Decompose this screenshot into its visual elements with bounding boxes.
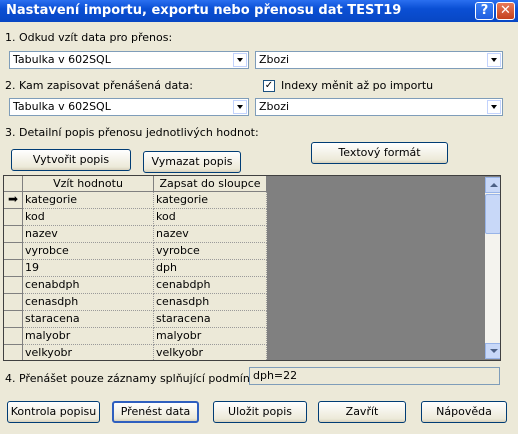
scroll-down-icon[interactable] bbox=[485, 343, 500, 359]
help-button[interactable]: Nápověda bbox=[421, 401, 507, 423]
chevron-down-icon[interactable] bbox=[487, 53, 501, 67]
row-indicator[interactable] bbox=[4, 311, 23, 328]
title-bar: Nastavení importu, exportu nebo přenosu … bbox=[0, 0, 518, 22]
transfer-data-button[interactable]: Přenést data bbox=[112, 401, 199, 423]
row-indicator[interactable] bbox=[4, 294, 23, 311]
grid-cell-target[interactable]: nazev bbox=[154, 226, 267, 243]
source-type-select[interactable]: Tabulka v 602SQL bbox=[9, 51, 249, 69]
grid-cell-source[interactable]: cenasdph bbox=[23, 294, 154, 311]
vertical-scrollbar[interactable] bbox=[485, 177, 500, 359]
grid-cell-target[interactable]: velkyobr bbox=[154, 345, 267, 360]
close-button[interactable]: Zavřít bbox=[318, 401, 406, 423]
index-checkbox[interactable]: ✓ bbox=[263, 80, 275, 92]
row-indicator[interactable] bbox=[4, 226, 23, 243]
grid-cell-target[interactable]: vyrobce bbox=[154, 243, 267, 260]
mapping-grid[interactable]: Vzít hodnotu Zapsat do sloupce ➡ kategori… bbox=[3, 175, 501, 361]
grid-cell-source[interactable]: malyobr bbox=[23, 328, 154, 345]
row-indicator[interactable] bbox=[4, 328, 23, 345]
help-icon[interactable]: ? bbox=[475, 2, 494, 20]
grid-cell-target[interactable]: kod bbox=[154, 209, 267, 226]
target-label: 2. Kam zapisovat přenášená data: bbox=[5, 79, 193, 92]
grid-cell-target[interactable]: kategorie bbox=[154, 192, 267, 209]
grid-cell-target[interactable]: cenabdph bbox=[154, 277, 267, 294]
chevron-down-icon[interactable] bbox=[487, 100, 501, 114]
grid-cell-target[interactable]: cenasdph bbox=[154, 294, 267, 311]
source-label: 1. Odkud vzít data pro přenos: bbox=[5, 31, 173, 44]
condition-input[interactable]: dph=22 bbox=[249, 367, 500, 385]
grid-cell-source[interactable]: kategorie bbox=[23, 192, 154, 209]
grid-cell-source[interactable]: cenabdph bbox=[23, 277, 154, 294]
source-name-select[interactable]: Zbozi bbox=[255, 51, 503, 69]
chevron-down-icon[interactable] bbox=[233, 53, 247, 67]
scroll-up-icon[interactable] bbox=[485, 177, 500, 193]
row-indicator[interactable] bbox=[4, 260, 23, 277]
column-header-source[interactable]: Vzít hodnotu bbox=[23, 176, 154, 192]
index-checkbox-label: Indexy měnit až po importu bbox=[281, 79, 434, 92]
target-name-select[interactable]: Zbozi bbox=[255, 98, 503, 116]
dialog-window: Nastavení importu, exportu nebo přenosu … bbox=[0, 0, 518, 434]
grid-cell-source[interactable]: vyrobce bbox=[23, 243, 154, 260]
grid-cell-source[interactable]: staracena bbox=[23, 311, 154, 328]
scroll-thumb[interactable] bbox=[485, 194, 500, 234]
close-icon[interactable]: ✕ bbox=[496, 2, 515, 20]
grid-cell-target[interactable]: staracena bbox=[154, 311, 267, 328]
target-name-value: Zbozi bbox=[259, 100, 290, 113]
row-indicator[interactable]: ➡ bbox=[4, 192, 23, 209]
row-indicator[interactable] bbox=[4, 209, 23, 226]
grid-corner bbox=[4, 176, 23, 192]
target-type-value: Tabulka v 602SQL bbox=[13, 100, 111, 113]
grid-cell-source[interactable]: velkyobr bbox=[23, 345, 154, 360]
grid-cell-source[interactable]: kod bbox=[23, 209, 154, 226]
check-description-button[interactable]: Kontrola popisu bbox=[7, 401, 100, 423]
grid-cell-source[interactable]: nazev bbox=[23, 226, 154, 243]
row-indicator[interactable] bbox=[4, 345, 23, 360]
row-indicator[interactable] bbox=[4, 277, 23, 294]
target-type-select[interactable]: Tabulka v 602SQL bbox=[9, 98, 249, 116]
grid-cell-target[interactable]: dph bbox=[154, 260, 267, 277]
source-type-value: Tabulka v 602SQL bbox=[13, 53, 111, 66]
chevron-down-icon[interactable] bbox=[233, 100, 247, 114]
clear-description-button[interactable]: Vymazat popis bbox=[143, 151, 241, 173]
create-description-button[interactable]: Vytvořit popis bbox=[11, 149, 131, 171]
text-format-button[interactable]: Textový formát bbox=[311, 142, 448, 164]
detail-label: 3. Detailní popis přenosu jednotlivých h… bbox=[5, 126, 259, 139]
condition-label: 4. Přenášet pouze záznamy splňující podm… bbox=[5, 372, 267, 385]
column-header-target[interactable]: Zapsat do sloupce bbox=[154, 176, 267, 192]
source-name-value: Zbozi bbox=[259, 53, 290, 66]
grid-cell-source[interactable]: 19 bbox=[23, 260, 154, 277]
grid-cell-target[interactable]: malyobr bbox=[154, 328, 267, 345]
row-indicator[interactable] bbox=[4, 243, 23, 260]
window-title: Nastavení importu, exportu nebo přenosu … bbox=[6, 3, 402, 18]
save-description-button[interactable]: Uložit popis bbox=[213, 401, 307, 423]
